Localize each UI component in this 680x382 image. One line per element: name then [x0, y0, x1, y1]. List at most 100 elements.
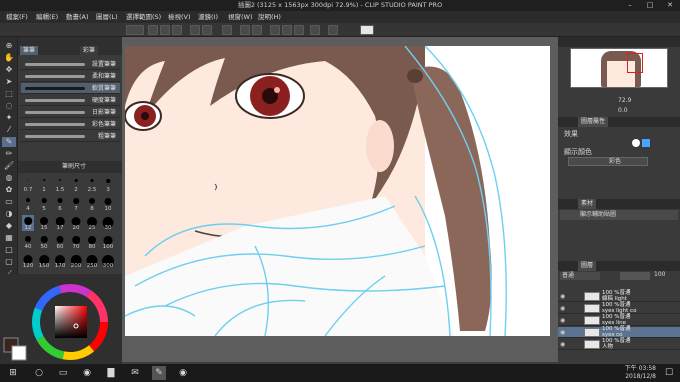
tab-materials[interactable]: 素材: [578, 199, 597, 209]
undo-button[interactable]: [190, 25, 200, 35]
eye-icon[interactable]: ◉: [560, 293, 567, 300]
brush-size-option[interactable]: 40: [22, 234, 34, 250]
menu-filter[interactable]: 濾鏡(I): [198, 11, 218, 23]
snap-grid-button[interactable]: [294, 25, 304, 35]
brush-size-option[interactable]: 0.7: [22, 177, 34, 193]
navigator-preview[interactable]: [570, 48, 668, 88]
wand-icon[interactable]: ✦: [2, 113, 16, 123]
eraser-icon[interactable]: ▭: [2, 197, 16, 207]
brush-size-option[interactable]: 5: [38, 196, 50, 212]
brush-size-option[interactable]: 100: [102, 234, 114, 250]
clip-studio-icon[interactable]: ✎: [152, 366, 166, 380]
brush-size-option[interactable]: 12: [22, 215, 34, 231]
brush-size-option[interactable]: 80: [86, 234, 98, 250]
blend-mode-select[interactable]: 普通: [560, 272, 600, 280]
blend-icon[interactable]: ◑: [2, 209, 16, 219]
new-file-button[interactable]: [148, 25, 158, 35]
brush-size-option[interactable]: 15: [38, 215, 50, 231]
tab-marker[interactable]: 彩筆: [80, 46, 99, 55]
material-selector[interactable]: 顯示輔助貼圖: [560, 210, 678, 220]
frame-icon[interactable]: ▢: [2, 257, 16, 267]
eye-icon[interactable]: ◉: [560, 329, 567, 336]
notification-icon[interactable]: ☐: [662, 366, 676, 380]
cursor-icon[interactable]: ➤: [2, 77, 16, 87]
maximize-button[interactable]: □: [640, 0, 660, 11]
help-icon[interactable]: [360, 25, 374, 35]
brush-icon[interactable]: 🖌: [2, 161, 16, 171]
windows-start-icon[interactable]: ⊞: [6, 366, 20, 380]
brush-size-option[interactable]: 200: [70, 253, 82, 269]
color-wheel[interactable]: [0, 274, 122, 364]
brush-size-option[interactable]: 25: [86, 215, 98, 231]
hand-icon[interactable]: ✋: [2, 53, 16, 63]
select-icon[interactable]: ⬚: [2, 89, 16, 99]
pen-icon[interactable]: ✎: [2, 137, 16, 147]
opacity-slider[interactable]: [620, 272, 650, 280]
brush-size-option[interactable]: 7: [70, 196, 82, 212]
brush-size-option[interactable]: 300: [102, 253, 114, 269]
brush-item[interactable]: 粗筆筆: [21, 131, 120, 142]
menu-window[interactable]: 視窗(W): [228, 11, 253, 23]
fill-icon[interactable]: ◆: [2, 221, 16, 231]
brush-size-option[interactable]: 20: [70, 215, 82, 231]
menu-edit[interactable]: 編輯(E): [36, 11, 58, 23]
layer-row[interactable]: ◉ 100 %普通 syes line: [558, 314, 680, 326]
brush-item[interactable]: 設置筆筆: [21, 59, 120, 70]
gradient-icon[interactable]: ▦: [2, 233, 16, 243]
layer-row[interactable]: ◉ 100 %普通 syes co: [558, 326, 680, 338]
display-color-select[interactable]: 彩色: [568, 157, 648, 166]
mail-icon[interactable]: ✉: [128, 366, 142, 380]
brush-size-option[interactable]: 8: [86, 196, 98, 212]
brush-size-option[interactable]: 70: [70, 234, 82, 250]
material-button[interactable]: [328, 25, 338, 35]
eye-icon[interactable]: ◉: [560, 305, 567, 312]
close-button[interactable]: ✕: [660, 0, 680, 11]
redo-button[interactable]: [202, 25, 212, 35]
tab-layers[interactable]: 圖層: [578, 261, 597, 271]
eye-icon[interactable]: ◉: [560, 317, 567, 324]
transform-button[interactable]: [252, 25, 262, 35]
airbrush-icon[interactable]: ◍: [2, 173, 16, 183]
snap-button[interactable]: [270, 25, 280, 35]
brush-size-option[interactable]: 2: [70, 177, 82, 193]
brush-size-option[interactable]: 60: [54, 234, 66, 250]
effect-buttons[interactable]: [632, 139, 672, 147]
brush-size-option[interactable]: 10: [102, 196, 114, 212]
deco-icon[interactable]: ✿: [2, 185, 16, 195]
layer-row[interactable]: ◉ 100 %普通 線稿 light: [558, 290, 680, 302]
eye-icon[interactable]: ◉: [560, 341, 567, 348]
artwork[interactable]: [125, 46, 550, 336]
shape-icon[interactable]: □: [2, 245, 16, 255]
brush-size-option[interactable]: 30: [102, 215, 114, 231]
pencil-icon[interactable]: ✏: [2, 149, 16, 159]
search-icon[interactable]: ○: [32, 366, 46, 380]
lasso-icon[interactable]: ◌: [2, 101, 16, 111]
move-icon[interactable]: ✥: [2, 65, 16, 75]
brush-size-option[interactable]: 170: [54, 253, 66, 269]
brush-size-option[interactable]: 1: [38, 177, 50, 193]
layer-row[interactable]: ◉ 100 %普通 syes light co: [558, 302, 680, 314]
menu-file[interactable]: 檔案(F): [6, 11, 28, 23]
zoom-icon[interactable]: ⊕: [2, 41, 16, 51]
brush-item[interactable]: 柔和筆筆: [21, 71, 120, 82]
brush-size-option[interactable]: 120: [22, 253, 34, 269]
menu-layer[interactable]: 圖層(L): [96, 11, 118, 23]
eyedropper-icon[interactable]: ⁄: [2, 125, 16, 135]
menu-help[interactable]: 說明(H): [258, 11, 281, 23]
brush-size-option[interactable]: 250: [86, 253, 98, 269]
menu-animation[interactable]: 動畫(A): [66, 11, 89, 23]
drawing-canvas[interactable]: [125, 46, 550, 336]
save-button[interactable]: [172, 25, 182, 35]
preview-button[interactable]: [310, 25, 320, 35]
clear-button[interactable]: [222, 25, 232, 35]
brush-item[interactable]: 彩色筆筆: [21, 119, 120, 130]
task-view-icon[interactable]: ▭: [56, 366, 70, 380]
tab-pen[interactable]: 筆筆: [20, 46, 39, 55]
chrome2-icon[interactable]: ◉: [176, 366, 190, 380]
snap-ruler-button[interactable]: [282, 25, 292, 35]
brush-size-option[interactable]: 2.5: [86, 177, 98, 193]
brush-item[interactable]: 硬度筆筆: [21, 95, 120, 106]
brush-size-option[interactable]: 150: [38, 253, 50, 269]
fill-button[interactable]: [240, 25, 250, 35]
brush-size-option[interactable]: 17: [54, 215, 66, 231]
